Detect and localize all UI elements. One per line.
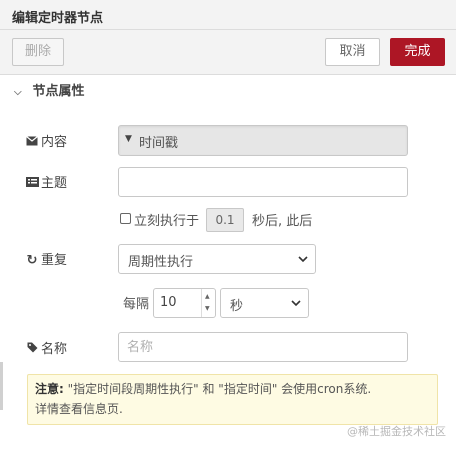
spinner-up-icon[interactable]: ▲ bbox=[205, 293, 210, 300]
cron-note: 注意: "指定时间段周期性执行" 和 "指定时间" 会使用cron系统. 详情查… bbox=[27, 374, 438, 425]
note-bold: 注意: bbox=[35, 382, 64, 396]
chevron-down-icon bbox=[298, 256, 308, 263]
done-button[interactable]: 完成 bbox=[390, 38, 445, 66]
payload-label-text: 内容 bbox=[41, 135, 68, 150]
repeat-type-value: 周期性执行 bbox=[128, 255, 194, 270]
chevron-down-icon bbox=[291, 300, 301, 307]
watermark: @稀土掘金技术社区 bbox=[347, 425, 446, 438]
note-text-2: 详情查看信息页. bbox=[35, 402, 123, 416]
payload-label: 内容 bbox=[25, 131, 67, 150]
scrollbar[interactable] bbox=[0, 362, 3, 410]
envelope-icon bbox=[25, 136, 39, 149]
section-header-node-properties[interactable]: ⌵ 节点属性 bbox=[14, 80, 85, 99]
interval-value: 10 bbox=[160, 295, 177, 310]
spinner-down-icon[interactable]: ▼ bbox=[205, 305, 210, 312]
name-input[interactable] bbox=[119, 333, 407, 361]
interval-unit-value: 秒 bbox=[230, 299, 244, 314]
repeat-label: ↻ 重复 bbox=[25, 249, 67, 268]
topic-label-text: 主题 bbox=[41, 176, 68, 191]
inject-once-label: 立刻执行于 bbox=[134, 214, 200, 229]
interval-spinner[interactable]: 10 ▲ ▼ bbox=[153, 288, 216, 318]
repeat-type-select[interactable]: 周期性执行 bbox=[118, 244, 316, 274]
name-label-text: 名称 bbox=[41, 342, 68, 357]
name-label: 名称 bbox=[25, 338, 67, 357]
chevron-down-icon: ⌵ bbox=[14, 87, 22, 98]
once-after-label: 秒后, 此后 bbox=[252, 214, 313, 229]
cancel-button[interactable]: 取消 bbox=[325, 38, 380, 66]
topic-label: 主题 bbox=[25, 172, 67, 191]
note-text-1: "指定时间段周期性执行" 和 "指定时间" 会使用cron系统. bbox=[63, 382, 372, 396]
topic-input[interactable] bbox=[119, 168, 407, 196]
interval-unit-select[interactable]: 秒 bbox=[220, 288, 309, 318]
note-line-1: 注意: "指定时间段周期性执行" 和 "指定时间" 会使用cron系统. bbox=[35, 379, 430, 399]
payload-type-value: 时间戳 bbox=[139, 136, 179, 151]
section-label: 节点属性 bbox=[32, 84, 85, 99]
repeat-label-text: 重复 bbox=[41, 253, 68, 268]
tasks-icon bbox=[25, 177, 39, 190]
delete-button[interactable]: 删除 bbox=[12, 38, 64, 66]
spinner-arrows[interactable]: ▲ ▼ bbox=[201, 289, 215, 317]
dialog-header: 编辑定时器节点 bbox=[0, 0, 456, 30]
dialog-title: 编辑定时器节点 bbox=[12, 11, 104, 26]
dialog-toolbar: 删除 取消 完成 bbox=[0, 30, 456, 75]
repeat-icon: ↻ bbox=[26, 253, 38, 268]
once-delay-input[interactable]: 0.1 bbox=[206, 208, 244, 232]
caret-down-icon: ▼ bbox=[125, 134, 132, 144]
topic-input-wrapper bbox=[118, 167, 408, 197]
inject-once-checkbox[interactable] bbox=[120, 213, 131, 224]
payload-type-select[interactable]: ▼ 时间戳 bbox=[118, 125, 408, 156]
tag-icon bbox=[25, 342, 39, 356]
name-input-wrapper bbox=[118, 332, 408, 362]
every-label: 每隔 bbox=[123, 297, 150, 312]
